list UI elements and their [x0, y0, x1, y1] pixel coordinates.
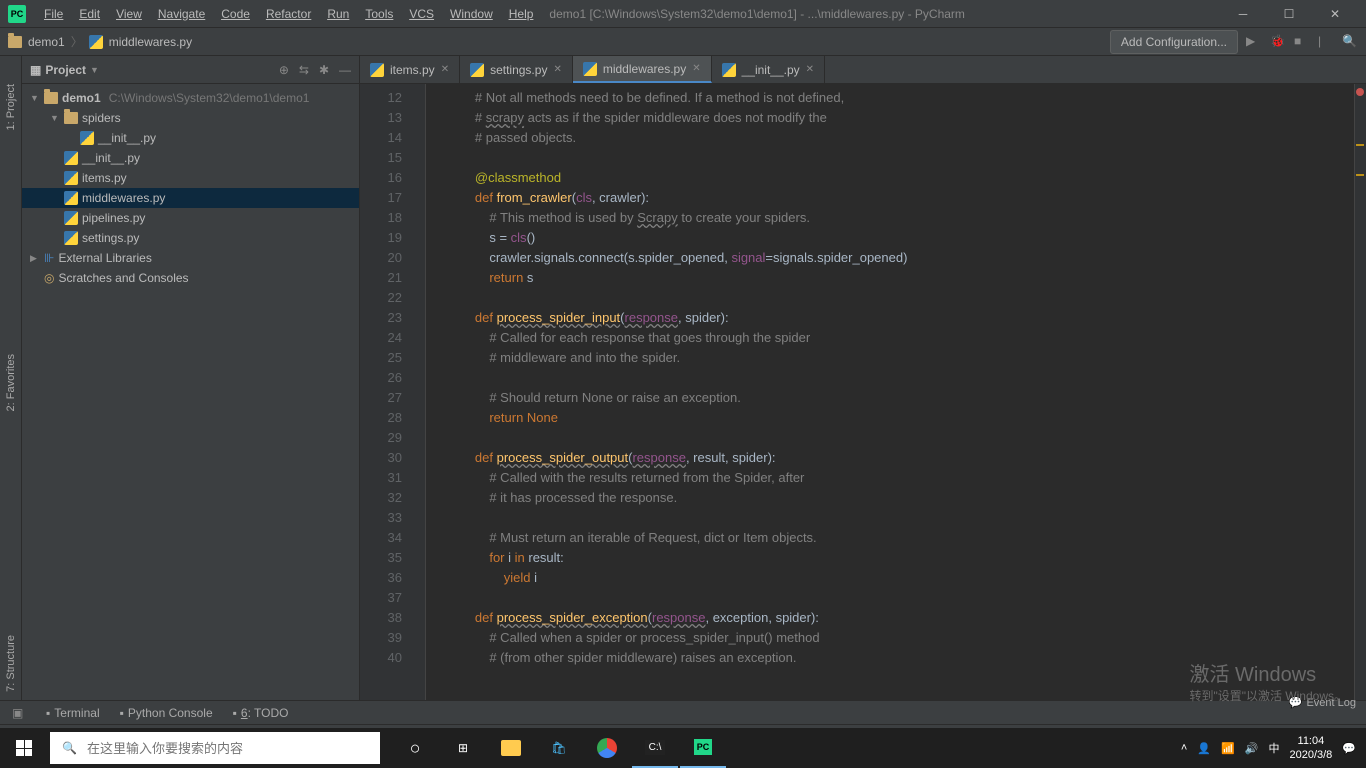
ms-store-icon[interactable]: 🛍: [536, 728, 582, 768]
tool-window-project[interactable]: 1: Project: [3, 76, 19, 138]
windows-taskbar: 🔍 ○ ⊞ 🛍 C:\ PC ˄ 👤 📶 🔊 中 11:042020/3/8 💬: [0, 728, 1366, 768]
error-stripe[interactable]: [1354, 84, 1366, 700]
pycharm-taskbar-icon[interactable]: PC: [680, 728, 726, 768]
app-logo: PC: [8, 5, 26, 23]
search-icon: 🔍: [62, 741, 77, 755]
tray-clock[interactable]: 11:042020/3/8: [1289, 734, 1332, 762]
taskbar-search[interactable]: 🔍: [50, 732, 380, 764]
divide-icon: |: [1318, 34, 1334, 50]
taskbar-search-input[interactable]: [87, 741, 368, 756]
tree-project-root[interactable]: ▼ demo1 C:\Windows\System32\demo1\demo1: [22, 88, 359, 108]
tab-settingspy[interactable]: settings.py✕: [460, 56, 573, 83]
settings-icon[interactable]: ✱: [319, 63, 329, 77]
tool-window-icon[interactable]: ▣: [12, 706, 26, 720]
close-tab-icon[interactable]: ✕: [806, 64, 814, 75]
tray-people-icon[interactable]: 👤: [1197, 742, 1211, 755]
start-button[interactable]: [0, 728, 48, 768]
debug-icon[interactable]: 🐞: [1270, 34, 1286, 50]
chevron-right-icon: 〉: [71, 33, 83, 50]
close-button[interactable]: ✕: [1312, 0, 1358, 28]
menu-code[interactable]: Code: [213, 7, 258, 21]
menu-view[interactable]: View: [108, 7, 150, 21]
python-file-icon: [722, 63, 736, 77]
project-panel-title[interactable]: ▦Project▼: [30, 63, 99, 77]
cmd-icon[interactable]: C:\: [632, 728, 678, 768]
tab-middlewarespy[interactable]: middlewares.py✕: [573, 56, 712, 83]
tab-__init__py[interactable]: __init__.py✕: [712, 56, 825, 83]
editor-tabs: items.py✕settings.py✕middlewares.py✕__in…: [360, 56, 1366, 84]
tray-notifications-icon[interactable]: 💬: [1342, 742, 1356, 755]
folder-icon: [8, 36, 22, 48]
line-gutter: 1213141516171819202122232425262728293031…: [360, 84, 412, 700]
tree-file-middlewares[interactable]: middlewares.py: [22, 188, 359, 208]
run-icon[interactable]: ▶: [1246, 34, 1262, 50]
menu-vcs[interactable]: VCS: [401, 7, 442, 21]
menu-run[interactable]: Run: [319, 7, 357, 21]
editor-area: items.py✕settings.py✕middlewares.py✕__in…: [360, 56, 1366, 700]
tree-file-init[interactable]: __init__.py: [22, 148, 359, 168]
close-tab-icon[interactable]: ✕: [692, 63, 700, 74]
tool-6todo[interactable]: ▪6: TODO: [233, 706, 289, 720]
left-tool-gutter: 1: Project 2: Favorites 7: Structure: [0, 56, 22, 700]
project-sidebar: ▦Project▼ ⊕ ⇆ ✱ — ▼ demo1 C:\Windows\Sys…: [22, 56, 360, 700]
warning-mark[interactable]: [1356, 144, 1364, 146]
stop-icon[interactable]: ■: [1294, 34, 1310, 50]
python-file-icon: [370, 63, 384, 77]
tray-network-icon[interactable]: 📶: [1221, 742, 1235, 755]
menu-refactor[interactable]: Refactor: [258, 7, 319, 21]
code-content[interactable]: # Not all methods need to be defined. If…: [426, 84, 1354, 700]
maximize-button[interactable]: ☐: [1266, 0, 1312, 28]
tool-window-favorites[interactable]: 2: Favorites: [3, 346, 19, 419]
close-tab-icon[interactable]: ✕: [441, 64, 449, 75]
close-tab-icon[interactable]: ✕: [553, 64, 561, 75]
python-file-icon: [583, 62, 597, 76]
hide-icon[interactable]: —: [339, 63, 351, 77]
nav-bar: demo1 〉 middlewares.py Add Configuration…: [0, 28, 1366, 56]
breadcrumb: demo1 〉 middlewares.py: [8, 33, 192, 50]
collapse-icon[interactable]: ⇆: [299, 63, 309, 77]
tree-file-pipelines[interactable]: pipelines.py: [22, 208, 359, 228]
python-file-icon: [470, 63, 484, 77]
menu-navigate[interactable]: Navigate: [150, 7, 213, 21]
menu-help[interactable]: Help: [501, 7, 542, 21]
breadcrumb-project[interactable]: demo1: [28, 35, 65, 49]
search-icon[interactable]: 🔍: [1342, 34, 1358, 50]
tree-external-libraries[interactable]: ▶⊪ External Libraries: [22, 248, 359, 268]
tree-file-spiders-init[interactable]: __init__.py: [22, 128, 359, 148]
code-editor[interactable]: 1213141516171819202122232425262728293031…: [360, 84, 1366, 700]
chrome-icon[interactable]: [584, 728, 630, 768]
tray-volume-icon[interactable]: 🔊: [1245, 742, 1259, 755]
minimize-button[interactable]: ─: [1220, 0, 1266, 28]
file-explorer-icon[interactable]: [488, 728, 534, 768]
tool-window-structure[interactable]: 7: Structure: [3, 627, 19, 700]
titlebar: PC FileEditViewNavigateCodeRefactorRunTo…: [0, 0, 1366, 28]
add-configuration-button[interactable]: Add Configuration...: [1110, 30, 1238, 54]
tree-file-settings[interactable]: settings.py: [22, 228, 359, 248]
menu-edit[interactable]: Edit: [71, 7, 108, 21]
python-file-icon: [89, 35, 103, 49]
locate-icon[interactable]: ⊕: [279, 63, 289, 77]
tray-chevron-icon[interactable]: ˄: [1181, 742, 1187, 754]
window-title: demo1 [C:\Windows\System32\demo1\demo1] …: [549, 7, 965, 21]
task-view-icon[interactable]: ⊞: [440, 728, 486, 768]
tree-file-items[interactable]: items.py: [22, 168, 359, 188]
menu-window[interactable]: Window: [442, 7, 501, 21]
tool-pythonconsole[interactable]: ▪Python Console: [120, 706, 213, 720]
fold-gutter[interactable]: [412, 84, 426, 700]
tab-itemspy[interactable]: items.py✕: [360, 56, 460, 83]
tree-scratches[interactable]: ◎ Scratches and Consoles: [22, 268, 359, 288]
tray-ime-indicator[interactable]: 中: [1268, 740, 1279, 756]
project-tree: ▼ demo1 C:\Windows\System32\demo1\demo1 …: [22, 84, 359, 292]
bottom-tool-bar: ▣ ▪Terminal ▪Python Console ▪6: TODO: [0, 700, 1366, 724]
tool-terminal[interactable]: ▪Terminal: [46, 706, 100, 720]
error-indicator-icon[interactable]: [1356, 88, 1364, 96]
windows-activation-watermark: 激活 Windows 转到"设置"以激活 Windows。: [1189, 658, 1346, 704]
breadcrumb-file[interactable]: middlewares.py: [109, 35, 192, 49]
cortana-icon[interactable]: ○: [392, 728, 438, 768]
warning-mark[interactable]: [1356, 174, 1364, 176]
main-menu: FileEditViewNavigateCodeRefactorRunTools…: [36, 7, 541, 21]
menu-tools[interactable]: Tools: [357, 7, 401, 21]
menu-file[interactable]: File: [36, 7, 71, 21]
tree-folder-spiders[interactable]: ▼ spiders: [22, 108, 359, 128]
